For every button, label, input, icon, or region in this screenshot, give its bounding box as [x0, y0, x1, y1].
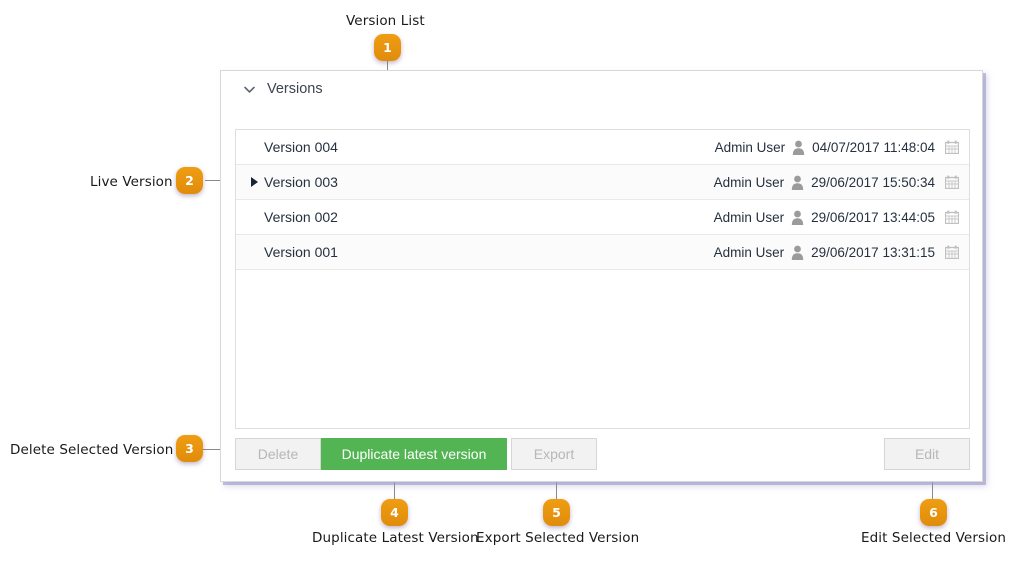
- calendar-icon[interactable]: [945, 140, 959, 154]
- version-name-cell: Version 003: [251, 174, 338, 190]
- annotation-badge-1: 1: [374, 34, 401, 61]
- edit-button[interactable]: Edit: [884, 438, 970, 470]
- version-meta-cell: Admin User 29/06/2017 13:44:05: [714, 210, 959, 225]
- annotation-label-6: Edit Selected Version: [861, 530, 1006, 546]
- annotation-badge-3: 3: [176, 435, 203, 462]
- version-user: Admin User: [713, 209, 785, 225]
- live-version-marker-icon: [251, 177, 258, 187]
- calendar-icon[interactable]: [945, 210, 959, 224]
- versions-panel: Versions Version 004 Admin User 04/07/20…: [220, 70, 983, 482]
- annotation-badge-4: 4: [381, 499, 408, 526]
- annotation-badge-2: 2: [176, 167, 203, 194]
- delete-button[interactable]: Delete: [235, 438, 321, 470]
- annotation-label-5: Export Selected Version: [476, 530, 640, 546]
- version-meta-cell: Admin User 29/06/2017 15:50:34: [714, 175, 959, 190]
- version-name: Version 001: [264, 244, 338, 260]
- annotation-label-1: Version List: [346, 13, 425, 29]
- version-list[interactable]: Version 004 Admin User 04/07/2017 11:48:…: [235, 129, 970, 429]
- annotation-label-2: Live Version: [90, 174, 173, 190]
- chevron-down-icon[interactable]: [243, 83, 256, 96]
- version-actions-toolbar: Delete Duplicate latest version Export E…: [235, 438, 970, 470]
- annotation-badge-5: 5: [543, 499, 570, 526]
- version-timestamp: 29/06/2017 13:31:15: [811, 244, 935, 260]
- version-user: Admin User: [714, 139, 786, 155]
- version-meta-cell: Admin User 29/06/2017 13:31:15: [714, 245, 959, 260]
- annotation-badge-6: 6: [920, 499, 947, 526]
- user-icon: [792, 140, 805, 155]
- version-name: Version 003: [264, 174, 338, 190]
- version-name: Version 002: [264, 209, 338, 225]
- version-timestamp: 29/06/2017 15:50:34: [811, 174, 935, 190]
- user-icon: [791, 210, 804, 225]
- user-icon: [791, 175, 804, 190]
- version-user: Admin User: [713, 174, 785, 190]
- versions-panel-header[interactable]: Versions: [221, 71, 982, 107]
- version-timestamp: 29/06/2017 13:44:05: [811, 209, 935, 225]
- version-user: Admin User: [713, 244, 785, 260]
- duplicate-latest-version-button[interactable]: Duplicate latest version: [321, 438, 507, 470]
- version-name-cell: Version 004: [251, 139, 338, 155]
- annotation-label-3: Delete Selected Version: [10, 442, 174, 458]
- export-button[interactable]: Export: [511, 438, 597, 470]
- calendar-icon[interactable]: [945, 245, 959, 259]
- version-name-cell: Version 001: [251, 244, 338, 260]
- version-name: Version 004: [264, 139, 338, 155]
- table-row[interactable]: Version 001 Admin User 29/06/2017 13:31:…: [236, 235, 969, 270]
- user-icon: [791, 245, 804, 260]
- annotation-label-4: Duplicate Latest Version: [312, 530, 479, 546]
- panel-title: Versions: [267, 81, 323, 97]
- version-timestamp: 04/07/2017 11:48:04: [812, 139, 935, 155]
- version-meta-cell: Admin User 04/07/2017 11:48:04: [715, 140, 959, 155]
- version-name-cell: Version 002: [251, 209, 338, 225]
- table-row[interactable]: Version 004 Admin User 04/07/2017 11:48:…: [236, 130, 969, 165]
- table-row[interactable]: Version 003 Admin User 29/06/2017 15:50:…: [236, 165, 969, 200]
- calendar-icon[interactable]: [945, 175, 959, 189]
- table-row[interactable]: Version 002 Admin User 29/06/2017 13:44:…: [236, 200, 969, 235]
